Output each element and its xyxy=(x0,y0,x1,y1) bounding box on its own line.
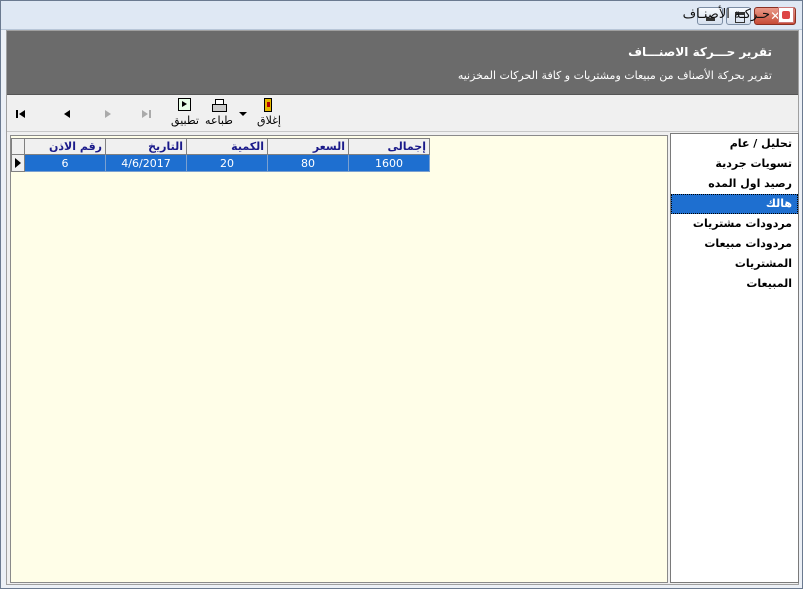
toolbar: تطبيق طباعه إغلاق xyxy=(7,95,798,132)
column-header[interactable]: السعر xyxy=(267,138,349,155)
list-item-selected[interactable]: هالك xyxy=(671,194,798,214)
list-item[interactable]: تسويات جردية xyxy=(671,154,798,174)
close-report-button[interactable]: إغلاق xyxy=(254,95,284,131)
table-cell[interactable]: 20 xyxy=(186,154,268,172)
list-item[interactable]: مردودات مبيعات xyxy=(671,234,798,254)
report-subtitle: تقرير بحركة الأصناف من مبيعات ومشتريات و… xyxy=(457,69,772,82)
list-item[interactable]: تحليل / عام xyxy=(671,134,798,154)
app-window: ✕ حـركـة الأصنـاف تقرير حـــركة الاصنـــ… xyxy=(0,0,803,589)
next-record-icon[interactable] xyxy=(103,109,113,119)
movements-table: رقم الاذن التاريخ الكمية السعر إجمالى 6 … xyxy=(11,138,430,172)
exit-door-icon xyxy=(264,98,272,112)
title-bar[interactable]: ✕ حـركـة الأصنـاف xyxy=(1,1,802,30)
movements-grid[interactable]: رقم الاذن التاريخ الكمية السعر إجمالى 6 … xyxy=(10,135,668,583)
report-header: تقرير حـــركة الاصنـــاف تقرير بحركة الأ… xyxy=(7,31,798,95)
row-selector-header xyxy=(11,138,25,155)
column-header[interactable]: الكمية xyxy=(186,138,268,155)
last-record-icon[interactable] xyxy=(141,109,155,119)
apply-label: تطبيق xyxy=(171,114,199,127)
grid-header-row: رقم الاذن التاريخ الكمية السعر إجمالى xyxy=(11,138,430,155)
close-label: إغلاق xyxy=(257,114,281,127)
table-cell[interactable]: 6 xyxy=(24,154,106,172)
table-cell[interactable]: 1600 xyxy=(348,154,430,172)
list-item[interactable]: المبيعات xyxy=(671,274,798,294)
row-selector[interactable] xyxy=(11,154,25,172)
list-item[interactable]: رصيد اول المده xyxy=(671,174,798,194)
column-header[interactable]: إجمالى xyxy=(348,138,430,155)
print-label: طباعه xyxy=(205,114,233,127)
form-client-area: تقرير حـــركة الاصنـــاف تقرير بحركة الأ… xyxy=(6,30,799,585)
movement-type-list[interactable]: تحليل / عام تسويات جردية رصيد اول المده … xyxy=(670,133,799,583)
apply-icon xyxy=(178,98,191,111)
list-item[interactable]: المشتريات xyxy=(671,254,798,274)
printer-icon xyxy=(212,99,227,112)
report-title: تقرير حـــركة الاصنـــاف xyxy=(628,45,772,59)
window-title: حـركـة الأصنـاف xyxy=(682,7,770,22)
table-row[interactable]: 6 4/6/2017 20 80 1600 xyxy=(11,154,430,172)
column-header[interactable]: رقم الاذن xyxy=(24,138,106,155)
apply-button[interactable]: تطبيق xyxy=(170,95,200,131)
previous-record-icon[interactable] xyxy=(64,109,74,119)
table-cell[interactable]: 4/6/2017 xyxy=(105,154,187,172)
first-record-icon[interactable] xyxy=(16,109,30,119)
column-header[interactable]: التاريخ xyxy=(105,138,187,155)
list-item[interactable]: مردودات مشتريات xyxy=(671,214,798,234)
print-button[interactable]: طباعه xyxy=(204,95,234,131)
current-row-icon xyxy=(15,158,21,168)
print-dropdown-icon[interactable] xyxy=(239,112,247,116)
table-cell[interactable]: 80 xyxy=(267,154,349,172)
app-icon xyxy=(778,7,794,23)
